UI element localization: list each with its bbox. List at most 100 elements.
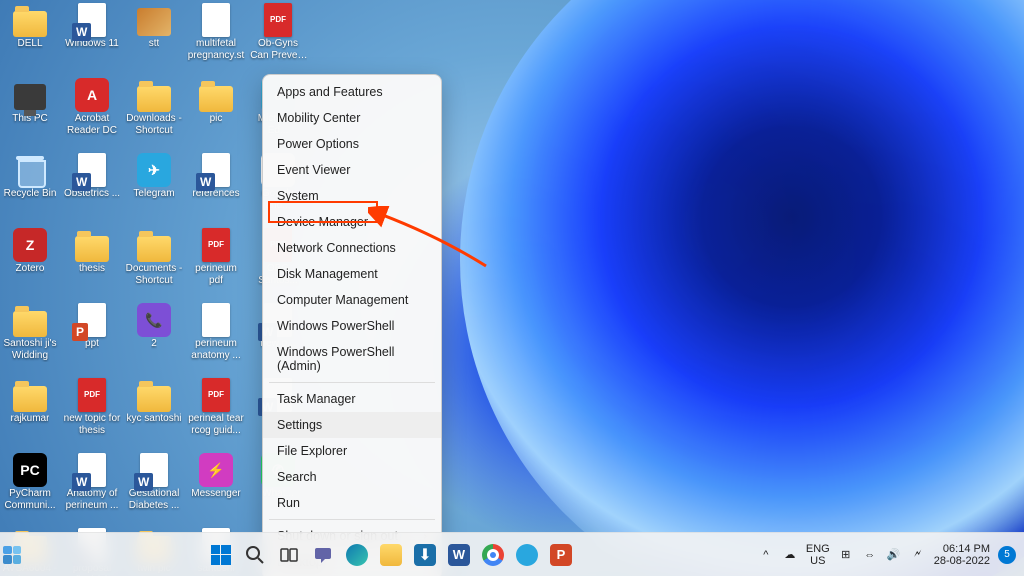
taskbar-powerpoint-button[interactable]: P: [547, 541, 575, 569]
menu-item-label: Network Connections: [277, 241, 396, 255]
desktop-icon[interactable]: pic: [186, 77, 246, 152]
desktop-icon[interactable]: multifetal pregnancy.st: [186, 2, 246, 77]
menu-item-label: Computer Management: [277, 293, 408, 307]
folder-icon: [137, 386, 171, 412]
menu-item[interactable]: Windows PowerShell: [263, 313, 441, 339]
desktop-icon[interactable]: stt: [124, 2, 184, 77]
notification-badge[interactable]: 5: [998, 546, 1016, 564]
taskbar-telegram-button[interactable]: [513, 541, 541, 569]
taskbar-taskview-button[interactable]: [275, 541, 303, 569]
menu-item[interactable]: Apps and Features: [263, 79, 441, 105]
desktop-icon-label: DELL: [17, 38, 42, 50]
menu-item[interactable]: Search: [263, 464, 441, 490]
menu-item[interactable]: Disk Management: [263, 261, 441, 287]
taskbar-search-button[interactable]: [241, 541, 269, 569]
start-icon: [211, 545, 231, 565]
taskbar-word-button[interactable]: W: [445, 541, 473, 569]
desktop-icon[interactable]: references: [186, 152, 246, 227]
meet-now-icon[interactable]: ⊞: [838, 547, 854, 563]
date-text: 28-08-2022: [934, 555, 990, 567]
desktop-icon[interactable]: Santoshi ji's Widding: [0, 302, 60, 377]
desktop-icon[interactable]: PCPyCharm Communi...: [0, 452, 60, 527]
menu-item[interactable]: Network Connections: [263, 235, 441, 261]
taskbar-store-button[interactable]: ⬇: [411, 541, 439, 569]
edge-icon: [346, 544, 368, 566]
desktop-icon[interactable]: rajkumar: [0, 377, 60, 452]
desktop-icon[interactable]: ppt: [62, 302, 122, 377]
menu-item[interactable]: Windows PowerShell (Admin): [263, 339, 441, 379]
menu-item[interactable]: System: [263, 183, 441, 209]
folder-icon: [137, 236, 171, 262]
desktop-icon[interactable]: Ob-Gyns Can Prevent and...: [248, 2, 308, 77]
menu-item-label: Power Options: [277, 137, 359, 151]
desktop-icon-label: PyCharm Communi...: [1, 488, 59, 512]
taskbar-edge-button[interactable]: [343, 541, 371, 569]
pdf-doc-icon: [202, 378, 230, 412]
desktop-icon[interactable]: Windows 11: [62, 2, 122, 77]
network-icon[interactable]: ⇔: [862, 547, 878, 563]
battery-icon[interactable]: 🗲: [910, 547, 926, 563]
desktop-icon[interactable]: perineal tear rcog guid...: [186, 377, 246, 452]
desktop-icon[interactable]: AAcrobat Reader DC: [62, 77, 122, 152]
menu-item-label: Disk Management: [277, 267, 378, 281]
widgets-button[interactable]: [0, 533, 24, 576]
desktop-icon-label: Santoshi ji's Widding: [1, 338, 59, 362]
volume-icon[interactable]: 🔊: [886, 547, 902, 563]
menu-item-label: Run: [277, 496, 300, 510]
menu-separator: [269, 519, 435, 520]
word-doc-icon: [78, 453, 106, 487]
desktop-icon-label: perineal tear rcog guid...: [187, 413, 245, 437]
menu-item[interactable]: Power Options: [263, 131, 441, 157]
desktop-icon[interactable]: Obstetrics ...: [62, 152, 122, 227]
language-indicator[interactable]: ENG US: [806, 543, 830, 567]
clock[interactable]: 06:14 PM 28-08-2022: [934, 543, 990, 567]
taskbar-chat-button[interactable]: [309, 541, 337, 569]
chrome-icon: [482, 544, 504, 566]
desktop-icon-label: multifetal pregnancy.st: [187, 38, 245, 62]
menu-item[interactable]: Computer Management: [263, 287, 441, 313]
desktop-icon-label: perineum anatomy ...: [187, 338, 245, 362]
menu-item-label: Apps and Features: [277, 85, 383, 99]
menu-item[interactable]: Event Viewer: [263, 157, 441, 183]
this-pc-icon: [14, 84, 46, 110]
desktop-icon[interactable]: perineum anatomy ...: [186, 302, 246, 377]
desktop-icon[interactable]: kyc santoshi: [124, 377, 184, 452]
menu-item-label: Windows PowerShell: [277, 319, 394, 333]
desktop-icon-label: Messenger: [191, 488, 240, 500]
desktop-icon[interactable]: ZZotero: [0, 227, 60, 302]
desktop-icon[interactable]: Anatomy of perineum ...: [62, 452, 122, 527]
onedrive-icon[interactable]: ☁: [782, 547, 798, 563]
desktop-icon[interactable]: 📞2: [124, 302, 184, 377]
desktop-icon[interactable]: This PC: [0, 77, 60, 152]
desktop-icon[interactable]: Gestational Diabetes ...: [124, 452, 184, 527]
menu-item[interactable]: Settings: [263, 412, 441, 438]
image-thumb-icon: [137, 8, 171, 36]
desktop-icon[interactable]: thesis: [62, 227, 122, 302]
desktop-icon-label: kyc santoshi: [126, 413, 181, 425]
app-icon: ✈: [137, 153, 171, 187]
desktop-icon[interactable]: new topic for thesis: [62, 377, 122, 452]
desktop-icon-label: pic: [210, 113, 223, 125]
desktop-icon[interactable]: Documents - Shortcut: [124, 227, 184, 302]
desktop-icon[interactable]: Recycle Bin: [0, 152, 60, 227]
taskbar-explorer-button[interactable]: [377, 541, 405, 569]
menu-item[interactable]: Mobility Center: [263, 105, 441, 131]
app-icon: ⚡: [199, 453, 233, 487]
word-doc-icon: [140, 453, 168, 487]
desktop-icon[interactable]: Downloads - Shortcut: [124, 77, 184, 152]
menu-item[interactable]: File Explorer: [263, 438, 441, 464]
desktop-icon[interactable]: DELL: [0, 2, 60, 77]
pdf-doc-icon: [78, 378, 106, 412]
desktop-icon[interactable]: perineum pdf: [186, 227, 246, 302]
menu-item[interactable]: Task Manager: [263, 386, 441, 412]
desktop-icon[interactable]: ✈Telegram: [124, 152, 184, 227]
taskbar-chrome-button[interactable]: [479, 541, 507, 569]
menu-item[interactable]: Device Manager: [263, 209, 441, 235]
chat-icon: [313, 545, 333, 565]
tray-overflow-chevron-icon[interactable]: ^: [758, 547, 774, 563]
telegram-icon: [516, 544, 538, 566]
menu-item-label: Mobility Center: [277, 111, 360, 125]
taskbar-start-button[interactable]: [207, 541, 235, 569]
desktop-icon[interactable]: ⚡Messenger: [186, 452, 246, 527]
menu-item[interactable]: Run: [263, 490, 441, 516]
